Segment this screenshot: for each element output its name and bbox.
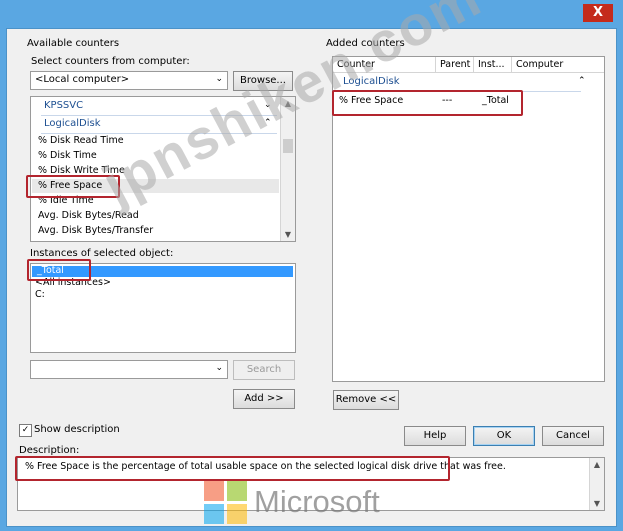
search-button[interactable]: Search [233,360,295,380]
available-counters-title: Available counters [27,38,120,49]
description-label: Description: [19,445,80,456]
instances-label: Instances of selected object: [30,248,174,259]
microsoft-logo-text: Microsoft [254,484,380,519]
chevron-down-icon: ⌄ [215,363,223,373]
cancel-button[interactable]: Cancel [542,426,604,446]
counter-item[interactable]: % Disk Time [38,150,97,161]
chevron-down-icon: ⌄ [215,74,223,84]
col-computer[interactable]: Computer [512,57,604,72]
show-description-checkbox[interactable]: ✓ [19,424,32,437]
scroll-up-icon[interactable]: ▲ [591,460,603,469]
object-logicaldisk[interactable]: LogicalDisk [44,118,101,129]
help-button[interactable]: Help [404,426,466,446]
scroll-thumb[interactable] [283,139,293,153]
instance-item[interactable]: C: [35,289,45,300]
remove-button[interactable]: Remove << [333,390,399,410]
microsoft-logo-icon [204,481,248,525]
col-parent[interactable]: Parent [436,57,474,72]
highlight-box [27,259,91,281]
search-input[interactable]: ⌄ [30,360,228,379]
counter-item[interactable]: Avg. Disk Bytes/Transfer [38,225,153,236]
computer-dropdown[interactable]: <Local computer> ⌄ [30,71,228,90]
description-scrollbar[interactable]: ▲ ▼ [589,458,604,510]
scroll-down-icon[interactable]: ▼ [282,230,294,239]
chevron-up-icon[interactable]: ⌃ [578,76,586,86]
close-button[interactable]: X [583,4,613,22]
highlight-box [332,90,523,116]
ok-button[interactable]: OK [473,426,535,446]
computer-select-label: Select counters from computer: [31,56,190,67]
show-description-label: Show description [34,424,120,435]
add-button[interactable]: Add >> [233,389,295,409]
computer-dropdown-value: <Local computer> [35,74,130,85]
highlight-box [15,456,450,481]
window-frame: X Available counters Select counters fro… [0,0,623,531]
scroll-down-icon[interactable]: ▼ [591,499,603,508]
object-kpssvc[interactable]: KPSSVC [44,100,83,111]
col-instance[interactable]: Inst... [474,57,512,72]
counter-item[interactable]: % Disk Read Time [38,135,124,146]
